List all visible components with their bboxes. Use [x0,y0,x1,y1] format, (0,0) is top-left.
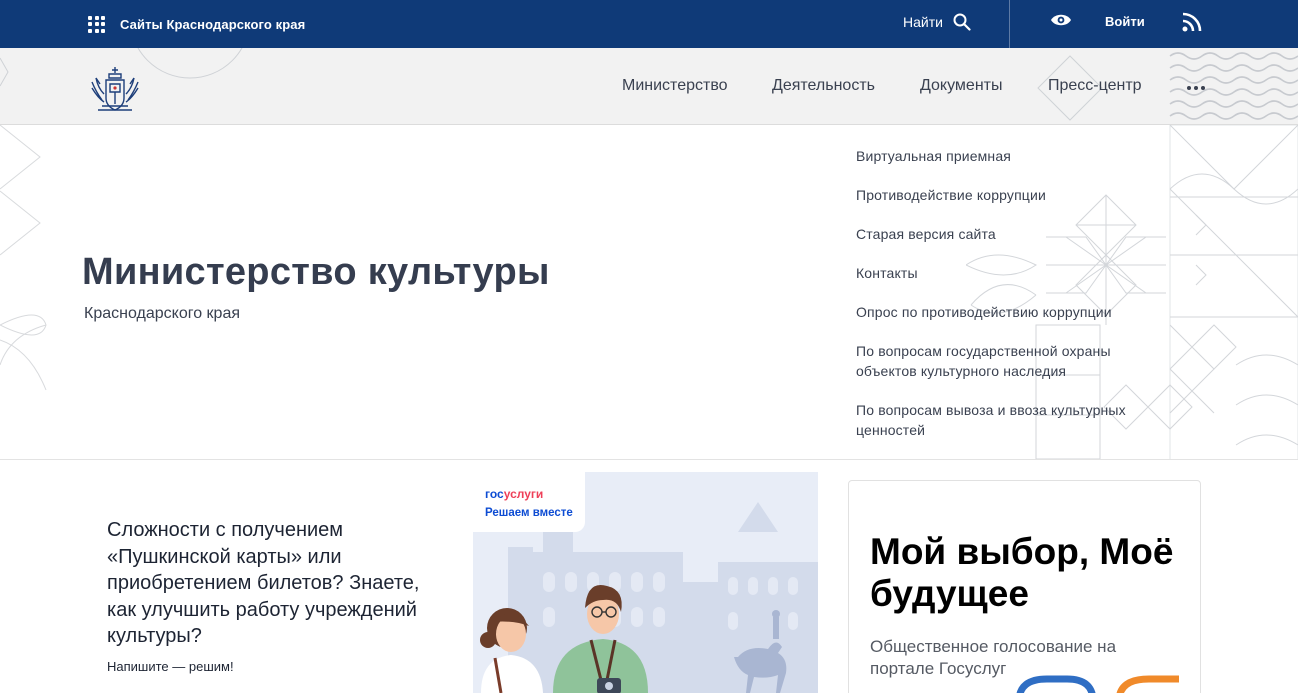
hero-left-pattern [0,125,47,391]
coat-of-arms-logo[interactable] [88,66,142,121]
page-subtitle: Краснодарского края [84,305,240,322]
vote-card-title: Мой выбор, Моё будущее [870,531,1174,614]
menu-item-heritage-protection[interactable]: По вопросам государственной охраны объек… [856,341,1156,381]
menu-item-virtual-reception[interactable]: Виртуальная приемная [856,146,1176,166]
nav-documents[interactable]: Документы [920,77,1002,95]
dot [1201,86,1205,90]
gosuslugi-banner[interactable]: госуслуги Решаем вместе [473,472,818,693]
nav-press-center[interactable]: Пресс-центр [1048,77,1142,95]
accessibility-view-button[interactable] [1050,11,1072,34]
rss-button[interactable] [1182,12,1202,37]
rss-icon [1182,12,1202,32]
vote-card[interactable]: Мой выбор, Моё будущее Общественное голо… [848,480,1201,693]
menu-item-old-site-version[interactable]: Старая версия сайта [856,224,1176,244]
regional-sites-label: Сайты Краснодарского края [120,16,306,32]
menu-item-anti-corruption[interactable]: Противодействие коррупции [856,185,1176,205]
eye-icon [1051,14,1071,26]
main-nav-bar: Министерство Деятельность Документы Прес… [0,48,1298,125]
coat-of-arms-icon [91,67,139,111]
page-title: Министерство культуры [82,251,550,293]
gosuslugi-logo-text: госуслуги [485,487,543,501]
dot [1194,86,1198,90]
menu-item-anti-corruption-survey[interactable]: Опрос по противодействию коррупции [856,302,1176,322]
search-button[interactable]: Найти [903,10,971,34]
nav-ministry[interactable]: Министерство [622,77,728,95]
menu-item-cultural-values-export[interactable]: По вопросам вывоза и ввоза культурных це… [856,400,1176,440]
topbar-divider [1009,0,1010,48]
gosuslugi-badge [473,472,585,532]
brand-part-uslugi: услуги [503,487,544,501]
gosuslugi-slogan: Решаем вместе [485,507,573,519]
more-menu-button[interactable] [1187,86,1205,90]
login-button[interactable]: Войти [1105,14,1145,29]
search-label: Найти [903,14,943,30]
nav-activity[interactable]: Деятельность [772,77,875,95]
regional-sites-button[interactable]: Сайты Краснодарского края [88,12,305,36]
apps-grid-icon [88,15,105,33]
section-divider [0,459,1298,460]
menu-item-contacts[interactable]: Контакты [856,263,1176,283]
top-bar: Сайты Краснодарского края Найти Войти [0,0,1298,48]
vote-card-description: Общественное голосование на портале Госу… [870,637,1117,678]
search-icon [953,13,971,31]
brand-part-gos: гос [485,487,504,501]
promo-question-text: Сложности с получением «Пушкинской карты… [107,519,420,647]
more-dropdown-menu: Виртуальная приемная Противодействие кор… [856,146,1176,440]
dot [1187,86,1191,90]
promo-write-link[interactable]: Напишите — решим! [107,659,234,674]
